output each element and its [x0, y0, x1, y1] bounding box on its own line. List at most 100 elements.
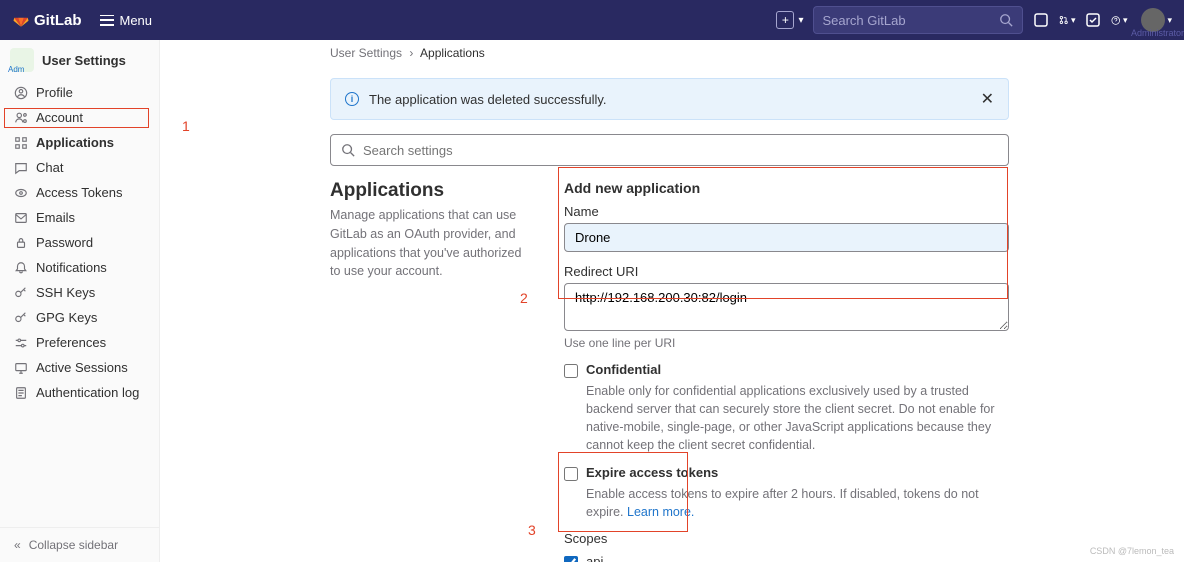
user-avatar: Adm — [10, 48, 34, 72]
chevron-down-icon: ▾ — [1123, 15, 1128, 26]
redirect-uri-input[interactable] — [564, 283, 1009, 331]
content: User Settings › Applications i The appli… — [160, 40, 1184, 562]
page-title: Applications — [330, 180, 532, 202]
redirect-label: Redirect URI — [564, 264, 1009, 279]
preferences-icon — [14, 336, 28, 350]
watermark: CSDN @7lemon_tea — [1090, 546, 1174, 556]
sidebar-item-active-sessions[interactable]: Active Sessions — [0, 355, 159, 380]
learn-more-link[interactable]: Learn more. — [627, 505, 694, 519]
scopes-label: Scopes — [564, 531, 1009, 546]
sidebar-item-label: Notifications — [36, 260, 107, 275]
issues-icon[interactable] — [1033, 12, 1049, 28]
sidebar-item-label: Profile — [36, 85, 73, 100]
collapse-sidebar[interactable]: « Collapse sidebar — [0, 527, 159, 562]
sidebar-item-label: Access Tokens — [36, 185, 122, 200]
scope-api-checkbox[interactable] — [564, 556, 578, 562]
sidebar-item-auth-log[interactable]: Authentication log — [0, 380, 159, 405]
menu-button[interactable]: Menu — [100, 13, 153, 28]
breadcrumb: User Settings › Applications — [330, 40, 1009, 78]
nav-right: + ▾ ▾ ▾ ▾ — [776, 6, 1172, 34]
chevron-down-icon: ▾ — [798, 15, 803, 26]
account-icon — [14, 111, 28, 125]
sidebar-header[interactable]: Adm User Settings — [0, 40, 159, 78]
tanuki-icon — [12, 11, 30, 29]
sidebar-item-label: Applications — [36, 135, 114, 150]
form-heading: Add new application — [564, 180, 1009, 196]
flash-text: The application was deleted successfully… — [369, 92, 607, 107]
chevron-down-icon: ▾ — [1167, 15, 1172, 26]
confidential-checkbox[interactable] — [564, 364, 578, 378]
chevrons-left-icon: « — [14, 538, 21, 552]
new-menu[interactable]: + ▾ — [776, 11, 803, 29]
expire-tokens-desc: Enable access tokens to expire after 2 h… — [586, 485, 1009, 521]
sidebar-item-label: Authentication log — [36, 385, 139, 400]
search-icon — [998, 12, 1014, 28]
sidebar-item-profile[interactable]: Profile — [0, 80, 159, 105]
sidebar-item-preferences[interactable]: Preferences — [0, 330, 159, 355]
profile-icon — [14, 86, 28, 100]
confidential-label: Confidential — [586, 362, 661, 377]
sidebar-item-label: GPG Keys — [36, 310, 97, 325]
global-search[interactable] — [813, 6, 1023, 34]
sidebar-item-label: SSH Keys — [36, 285, 95, 300]
sidebar-item-ssh-keys[interactable]: SSH Keys — [0, 280, 159, 305]
settings-search-input[interactable] — [363, 143, 998, 158]
scope-api-label: api — [586, 554, 603, 562]
info-icon: i — [345, 92, 359, 106]
sidebar-item-password[interactable]: Password — [0, 230, 159, 255]
sidebar-item-gpg-keys[interactable]: GPG Keys — [0, 305, 159, 330]
password-icon — [14, 236, 28, 250]
key-icon — [14, 286, 28, 300]
sidebar-item-label: Emails — [36, 210, 75, 225]
sidebar-item-label: Chat — [36, 160, 63, 175]
expire-tokens-label: Expire access tokens — [586, 465, 718, 480]
sidebar: Adm User Settings Profile Account Applic… — [0, 40, 160, 562]
top-nav: GitLab Menu + ▾ ▾ ▾ — [0, 0, 1184, 40]
expire-tokens-checkbox[interactable] — [564, 467, 578, 481]
admin-label: Administrator — [1131, 28, 1184, 38]
menu-label: Menu — [120, 13, 153, 28]
notifications-icon — [14, 261, 28, 275]
breadcrumb-current: Applications — [420, 46, 485, 60]
settings-search[interactable] — [330, 134, 1009, 166]
hamburger-icon — [100, 15, 114, 26]
sidebar-item-label: Active Sessions — [36, 360, 128, 375]
sidebar-item-account[interactable]: Account — [0, 105, 159, 130]
authlog-icon — [14, 386, 28, 400]
collapse-label: Collapse sidebar — [29, 538, 118, 552]
key-icon — [14, 311, 28, 325]
chat-icon — [14, 161, 28, 175]
plus-icon: + — [776, 11, 794, 29]
help-icon[interactable]: ▾ — [1111, 12, 1127, 28]
confidential-desc: Enable only for confidential application… — [586, 382, 1009, 455]
breadcrumb-parent[interactable]: User Settings — [330, 46, 402, 60]
email-icon — [14, 211, 28, 225]
sidebar-item-chat[interactable]: Chat — [0, 155, 159, 180]
brand-text: GitLab — [34, 12, 82, 29]
name-input[interactable] — [564, 223, 1009, 252]
search-input[interactable] — [822, 13, 998, 28]
sidebar-item-label: Preferences — [36, 335, 106, 350]
name-label: Name — [564, 204, 1009, 219]
sidebar-item-notifications[interactable]: Notifications — [0, 255, 159, 280]
sidebar-nav: Profile Account Applications Chat Access… — [0, 78, 159, 407]
merge-requests-icon[interactable]: ▾ — [1059, 12, 1075, 28]
applications-icon — [14, 136, 28, 150]
sidebar-item-access-tokens[interactable]: Access Tokens — [0, 180, 159, 205]
todos-icon[interactable] — [1085, 12, 1101, 28]
sidebar-item-emails[interactable]: Emails — [0, 205, 159, 230]
search-icon — [341, 143, 355, 157]
chevron-down-icon: ▾ — [1071, 15, 1076, 26]
flash-message: i The application was deleted successful… — [330, 78, 1009, 120]
page-description: Manage applications that can use GitLab … — [330, 206, 532, 281]
close-icon[interactable]: ✕ — [981, 89, 994, 109]
token-icon — [14, 186, 28, 200]
sidebar-title: User Settings — [42, 53, 126, 68]
gitlab-logo[interactable]: GitLab — [12, 11, 82, 29]
sidebar-item-label: Password — [36, 235, 93, 250]
sidebar-item-applications[interactable]: Applications — [0, 130, 159, 155]
sidebar-item-label: Account — [36, 110, 83, 125]
chevron-right-icon: › — [409, 46, 413, 60]
sessions-icon — [14, 361, 28, 375]
redirect-hint: Use one line per URI — [564, 336, 1009, 350]
